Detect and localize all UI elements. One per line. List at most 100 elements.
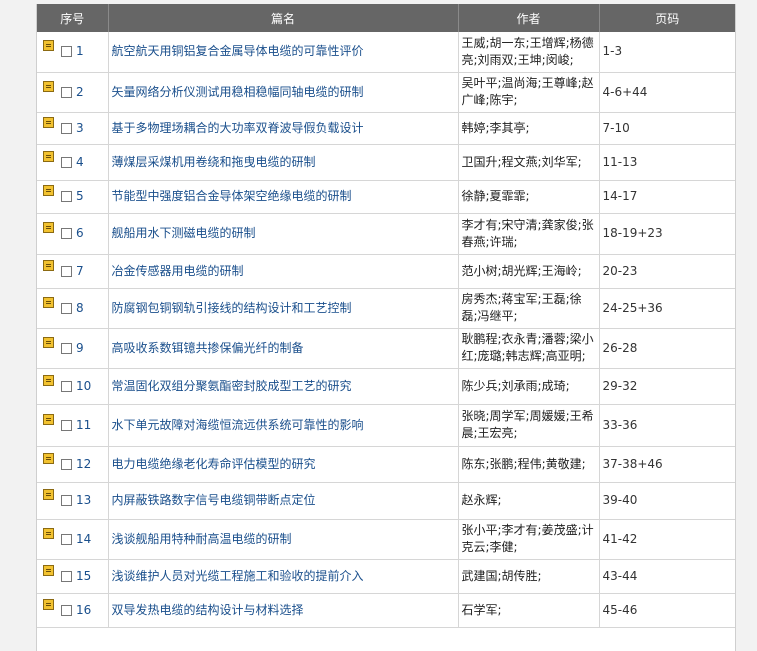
row-seq-cell: 16 xyxy=(37,593,109,628)
document-icon[interactable] xyxy=(43,564,54,576)
row-seq-cell: 3 xyxy=(37,112,109,145)
row-number: 9 xyxy=(76,340,84,355)
article-title-link[interactable]: 电力电缆绝缘老化寿命评估模型的研究 xyxy=(112,457,316,471)
table-row: 2 矢量网络分析仪测试用稳相稳幅同轴电缆的研制 吴叶平;温尚海;王尊峰;赵广峰;陈宇… xyxy=(37,72,735,113)
header-title: 篇名 xyxy=(108,4,459,32)
article-title-link[interactable]: 节能型中强度铝合金导体架空绝缘电缆的研制 xyxy=(112,189,352,203)
document-icon[interactable] xyxy=(43,185,54,196)
table-row: 1 航空航天用铜铝复合金属导体电缆的可靠性评价 王威;胡一东;王增辉;杨德亮;刘雨双… xyxy=(37,32,735,73)
row-number: 15 xyxy=(76,568,92,583)
article-title-link[interactable]: 水下单元故障对海缆恒流远供系统可靠性的影响 xyxy=(112,418,364,432)
row-authors: 张小平;李才有;姜茂盛;计克云;李健; xyxy=(458,519,600,560)
document-icon[interactable] xyxy=(43,452,54,464)
row-number: 2 xyxy=(76,84,84,99)
row-pages: 4-6+44 xyxy=(599,72,735,113)
table-row: 5 节能型中强度铝合金导体架空绝缘电缆的研制 徐静;夏霏霏; 14-17 xyxy=(37,180,735,214)
article-title-link[interactable]: 冶金传感器用电缆的研制 xyxy=(112,264,244,278)
row-checkbox[interactable] xyxy=(61,191,72,202)
article-title-link[interactable]: 内屏蔽铁路数字信号电缆铜带断点定位 xyxy=(112,493,316,507)
document-icon[interactable] xyxy=(43,150,54,162)
row-seq-cell: 15 xyxy=(37,559,109,594)
table-row: 10 常温固化双组分聚氨酯密封胶成型工艺的研究 陈少兵;刘承雨;成琦; 29-32 xyxy=(37,368,735,405)
row-checkbox[interactable] xyxy=(61,458,72,470)
document-icon[interactable] xyxy=(43,336,54,348)
row-checkbox[interactable] xyxy=(61,122,72,134)
row-pages: 39-40 xyxy=(599,482,735,520)
row-number: 7 xyxy=(76,263,84,278)
document-icon[interactable] xyxy=(43,40,54,52)
row-checkbox[interactable] xyxy=(61,380,72,392)
header-authors: 作者 xyxy=(458,4,600,32)
row-seq-cell: 5 xyxy=(37,180,109,214)
row-checkbox[interactable] xyxy=(61,604,72,616)
row-authors: 耿鹏程;衣永青;潘蓉;梁小红;庞璐;韩志辉;高亚明; xyxy=(458,328,600,369)
row-pages: 45-46 xyxy=(599,593,735,628)
document-icon[interactable] xyxy=(43,598,54,610)
row-authors: 陈少兵;刘承雨;成琦; xyxy=(458,368,600,405)
row-seq-cell: 6 xyxy=(37,213,109,255)
row-seq-cell: 9 xyxy=(37,328,109,369)
document-icon[interactable] xyxy=(43,413,54,425)
row-pages: 43-44 xyxy=(599,559,735,594)
row-checkbox[interactable] xyxy=(61,228,72,239)
document-icon[interactable] xyxy=(43,489,54,500)
row-seq-cell: 2 xyxy=(37,72,109,113)
row-authors: 李才有;宋守清;龚家俊;张春燕;许瑞; xyxy=(458,213,600,255)
row-pages: 1-3 xyxy=(599,32,735,73)
article-title-link[interactable]: 薄煤层采煤机用卷绕和拖曳电缆的研制 xyxy=(112,155,316,169)
row-seq-cell: 8 xyxy=(37,288,109,329)
document-icon[interactable] xyxy=(43,296,54,308)
row-authors: 陈东;张鹏;程伟;黄敬建; xyxy=(458,446,600,483)
row-checkbox[interactable] xyxy=(61,419,72,431)
row-checkbox[interactable] xyxy=(61,156,72,168)
article-title-link[interactable]: 高吸收系数铒镱共掺保偏光纤的制备 xyxy=(112,341,304,355)
row-pages: 20-23 xyxy=(599,254,735,289)
row-number: 4 xyxy=(76,154,84,169)
row-checkbox[interactable] xyxy=(61,302,72,314)
table-row: 11 水下单元故障对海缆恒流远供系统可靠性的影响 张晓;周学军;周媛媛;王希晨;王宏… xyxy=(37,404,735,447)
row-pages: 18-19+23 xyxy=(599,213,735,255)
document-icon[interactable] xyxy=(43,222,54,233)
row-pages: 41-42 xyxy=(599,519,735,560)
row-authors: 吴叶平;温尚海;王尊峰;赵广峰;陈宇; xyxy=(458,72,600,113)
row-title-cell: 节能型中强度铝合金导体架空绝缘电缆的研制 xyxy=(108,180,459,214)
document-icon[interactable] xyxy=(43,80,54,92)
article-title-link[interactable]: 浅谈维护人员对光缆工程施工和验收的提前介入 xyxy=(112,569,364,583)
row-checkbox[interactable] xyxy=(61,533,72,545)
row-checkbox[interactable] xyxy=(61,86,72,98)
row-title-cell: 常温固化双组分聚氨酯密封胶成型工艺的研究 xyxy=(108,368,459,405)
table-row: 6 舰船用水下测磁电缆的研制 李才有;宋守清;龚家俊;张春燕;许瑞; 18-19+23 xyxy=(37,213,735,255)
document-icon[interactable] xyxy=(43,374,54,386)
article-title-link[interactable]: 舰船用水下测磁电缆的研制 xyxy=(112,226,256,240)
header-seq: 序号 xyxy=(37,4,109,32)
row-title-cell: 防腐钢包铜钢轨引接线的结构设计和工艺控制 xyxy=(108,288,459,329)
article-title-link[interactable]: 航空航天用铜铝复合金属导体电缆的可靠性评价 xyxy=(112,44,364,58)
row-number: 11 xyxy=(76,417,92,432)
row-checkbox[interactable] xyxy=(61,342,72,354)
row-checkbox[interactable] xyxy=(61,265,72,277)
row-seq-cell: 7 xyxy=(37,254,109,289)
article-title-link[interactable]: 基于多物理场耦合的大功率双脊波导假负载设计 xyxy=(112,121,364,135)
row-title-cell: 电力电缆绝缘老化寿命评估模型的研究 xyxy=(108,446,459,483)
document-icon[interactable] xyxy=(43,116,54,128)
document-icon[interactable] xyxy=(43,527,54,539)
row-checkbox[interactable] xyxy=(61,495,72,506)
article-title-link[interactable]: 常温固化双组分聚氨酯密封胶成型工艺的研究 xyxy=(112,379,352,393)
row-title-cell: 浅谈维护人员对光缆工程施工和验收的提前介入 xyxy=(108,559,459,594)
article-table: 序号 篇名 作者 页码 1 航空航天用铜铝复合金属导体电缆的可靠性评价 王威;胡一东… xyxy=(37,4,735,628)
table-row: 9 高吸收系数铒镱共掺保偏光纤的制备 耿鹏程;衣永青;潘蓉;梁小红;庞璐;韩志辉;高… xyxy=(37,328,735,369)
row-seq-cell: 11 xyxy=(37,404,109,447)
row-checkbox[interactable] xyxy=(61,46,72,58)
document-icon[interactable] xyxy=(43,259,54,271)
row-title-cell: 双导发热电缆的结构设计与材料选择 xyxy=(108,593,459,628)
article-title-link[interactable]: 双导发热电缆的结构设计与材料选择 xyxy=(112,603,304,617)
row-checkbox[interactable] xyxy=(61,570,72,582)
article-title-link[interactable]: 浅谈舰船用特种耐高温电缆的研制 xyxy=(112,532,292,546)
row-pages: 33-36 xyxy=(599,404,735,447)
article-title-link[interactable]: 矢量网络分析仪测试用稳相稳幅同轴电缆的研制 xyxy=(112,85,364,99)
article-title-link[interactable]: 防腐钢包铜钢轨引接线的结构设计和工艺控制 xyxy=(112,301,352,315)
row-number: 16 xyxy=(76,602,92,617)
row-authors: 房秀杰;蒋宝军;王磊;徐磊;冯继平; xyxy=(458,288,600,329)
row-seq-cell: 4 xyxy=(37,144,109,181)
table-header-row: 序号 篇名 作者 页码 xyxy=(37,4,735,32)
